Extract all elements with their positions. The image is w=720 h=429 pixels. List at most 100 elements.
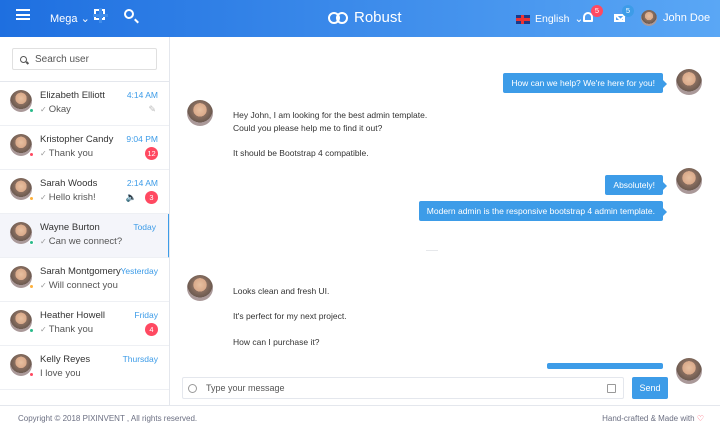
pin-icon[interactable]: ✎ (148, 104, 156, 115)
heart-icon: ♡ (696, 414, 704, 423)
contact-item[interactable]: Kelly Reyes Thursday I love you (0, 346, 169, 390)
contact-time: Friday (134, 310, 158, 320)
last-message-text: Will connect you (48, 280, 118, 291)
contact-time: Today (133, 222, 156, 232)
contact-name: Elizabeth Elliott (40, 90, 105, 101)
contact-name: Heather Howell (40, 310, 105, 321)
message-text: It's perfect for my next project. (233, 311, 347, 321)
contact-name: Sarah Montgomery (40, 266, 121, 277)
contact-item[interactable]: Wayne Burton Today ✓ Can we connect? (0, 214, 169, 258)
mega-menu-toggle[interactable]: Mega ⌄ (50, 12, 90, 25)
last-message: ✓ Can we connect? (40, 236, 122, 247)
language-label: English (535, 13, 570, 25)
last-message-text: Hello krish! (48, 192, 96, 203)
last-message-text: Can we connect? (48, 236, 123, 247)
message-text: Looks clean and fresh UI. (233, 286, 330, 296)
check-icon: ✓ (40, 105, 47, 114)
last-message-text: Thank you (48, 148, 94, 159)
brand-name: Robust (354, 9, 402, 26)
message-text: How can I purchase it? (233, 337, 320, 347)
emoji-icon[interactable] (188, 384, 197, 393)
top-navbar: Mega ⌄ Robust English ⌄ 5 5 John Doe (0, 0, 720, 37)
message-text: Could you please help me to find it out? (233, 123, 383, 133)
message-bubble: Absolutely! (605, 175, 667, 195)
contact-item[interactable]: Heather Howell Friday ✓ Thank you 4 (0, 302, 169, 346)
message-text: Hey John, I am looking for the best admi… (233, 110, 428, 120)
check-icon: ✓ (40, 325, 47, 334)
avatar (641, 10, 657, 26)
avatar (676, 69, 702, 95)
contact-name: Kristopher Candy (40, 134, 114, 145)
contact-name: Sarah Woods (40, 178, 98, 189)
unread-badge: 4 (145, 323, 158, 336)
uk-flag-icon (516, 14, 530, 24)
contact-name: Kelly Reyes (40, 354, 91, 365)
message-text: It should be Bootstrap 4 compatible. (233, 148, 369, 158)
mega-label: Mega (50, 13, 78, 25)
check-icon: ✓ (40, 193, 47, 202)
contact-time: 2:14 AM (126, 178, 158, 188)
status-dot (29, 328, 34, 333)
last-message: I love you (40, 368, 81, 379)
status-dot (29, 108, 34, 113)
status-dot (29, 152, 34, 157)
contacts-sidebar: Search user Elizabeth Elliott 4:14 AM ✓ Oka… (0, 37, 170, 405)
last-message: ✓ Hello krish! (40, 192, 96, 203)
contact-time: Thursday (122, 354, 158, 364)
chat-window: How can we help? We're here for you! Hey… (171, 37, 720, 405)
contact-time: 9:04 PM (126, 134, 158, 144)
last-message: ✓ Okay (40, 104, 71, 115)
contact-name: Wayne Burton (40, 222, 100, 233)
status-dot (29, 196, 34, 201)
avatar (187, 275, 213, 301)
status-dot (29, 372, 34, 377)
time-divider: —— (426, 248, 438, 254)
unread-badge: 3 (145, 191, 158, 204)
check-icon: ✓ (40, 237, 47, 246)
last-message: ✓ Thank you (40, 324, 93, 335)
mute-icon: 🔈 (125, 192, 137, 202)
search-placeholder: Search user (35, 54, 89, 65)
messages-badge: 5 (622, 5, 634, 17)
attach-icon[interactable] (607, 384, 616, 393)
last-message-text: Okay (48, 104, 71, 115)
message-bubble-partial (547, 363, 663, 369)
avatar (676, 358, 702, 384)
user-menu[interactable]: John Doe (641, 10, 710, 26)
message-placeholder: Type your message (206, 383, 285, 393)
status-dot (29, 284, 34, 289)
last-message: ✓ Will connect you (40, 280, 118, 291)
check-icon: ✓ (40, 149, 47, 158)
contact-item[interactable]: Kristopher Candy 9:04 PM ✓ Thank you 12 (0, 126, 169, 170)
search-icon (20, 56, 27, 63)
contact-time: 4:14 AM (126, 90, 158, 100)
avatar (676, 168, 702, 194)
language-dropdown[interactable]: English ⌄ (516, 13, 583, 25)
search-icon[interactable] (124, 9, 134, 19)
last-message: ✓ Thank you (40, 148, 93, 159)
search-user-input[interactable]: Search user (12, 48, 157, 70)
unread-badge: 12 (145, 147, 158, 160)
credit-text: Hand-crafted & Made with ♡ (602, 414, 704, 423)
fullscreen-icon[interactable] (93, 8, 108, 23)
message-bubble: How can we help? We're here for you! (503, 73, 667, 93)
user-name: John Doe (663, 12, 711, 24)
last-message-text: Thank you (48, 324, 94, 335)
footer: Copyright © 2018 PIXINVENT , All rights … (0, 405, 720, 429)
check-icon: ✓ (40, 281, 47, 290)
brand[interactable]: Robust (328, 9, 402, 26)
message-bubble: Modern admin is the responsive bootstrap… (418, 201, 668, 221)
last-message-text: I love you (40, 368, 81, 379)
copyright-text: Copyright © 2018 PIXINVENT , All rights … (18, 414, 198, 423)
avatar (187, 100, 213, 126)
logo-icon (328, 11, 348, 24)
menu-icon[interactable] (16, 9, 30, 20)
status-dot (29, 240, 34, 245)
message-input[interactable]: Type your message (182, 377, 624, 399)
contact-item[interactable]: Sarah Woods 2:14 AM ✓ Hello krish! 3 🔈 (0, 170, 169, 214)
notifications-badge: 5 (591, 5, 603, 17)
credit-label: Hand-crafted & Made with (602, 414, 695, 423)
contact-item[interactable]: Sarah Montgomery Yesterday ✓ Will connect y… (0, 258, 169, 302)
contact-item[interactable]: Elizabeth Elliott 4:14 AM ✓ Okay ✎ (0, 82, 169, 126)
send-button[interactable]: Send (632, 377, 668, 399)
